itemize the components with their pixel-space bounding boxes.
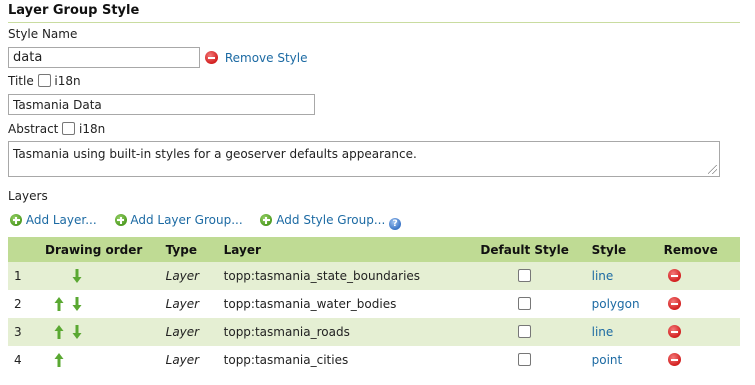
remove-row-icon[interactable] xyxy=(667,269,681,282)
remove-style-button[interactable]: Remove Style xyxy=(205,51,307,65)
remove-row-icon[interactable] xyxy=(667,353,681,366)
title-i18n-label: i18n xyxy=(54,74,81,88)
title-input[interactable] xyxy=(8,94,315,115)
add-style-group-button[interactable]: Add Style Group... ? xyxy=(260,213,402,230)
abstract-i18n-checkbox[interactable] xyxy=(62,122,76,135)
default-style-checkbox[interactable] xyxy=(518,297,532,310)
add-layer-group-button[interactable]: Add Layer Group... xyxy=(114,213,247,227)
move-down-icon[interactable] xyxy=(72,296,82,312)
style-header: Style xyxy=(585,237,658,262)
style-cell: polygon xyxy=(585,290,658,318)
move-down-icon[interactable] xyxy=(72,268,82,284)
table-row: 1 Layer topp:tasmania_state_boundaries line xyxy=(8,262,740,290)
move-up-icon[interactable] xyxy=(54,352,64,368)
layers-table-header: Drawing order Type Layer Default Style S… xyxy=(8,237,740,262)
type-header: Type xyxy=(159,237,218,262)
remove-cell xyxy=(657,262,740,290)
layer-header: Layer xyxy=(217,237,464,262)
default-style-cell xyxy=(463,318,586,346)
remove-icon xyxy=(205,51,218,64)
style-link[interactable]: point xyxy=(592,353,623,367)
row-index: 2 xyxy=(8,290,28,318)
move-up-icon[interactable] xyxy=(54,296,64,312)
type-cell: Layer xyxy=(159,346,218,374)
remove-header: Remove xyxy=(657,237,740,262)
help-icon[interactable]: ? xyxy=(389,218,402,230)
layer-cell: topp:tasmania_state_boundaries xyxy=(217,262,464,290)
default-style-cell xyxy=(463,290,586,318)
default-style-cell xyxy=(463,346,586,374)
type-cell: Layer xyxy=(159,290,218,318)
style-cell: line xyxy=(585,318,658,346)
remove-cell xyxy=(657,318,740,346)
drawing-order-cell xyxy=(27,290,160,318)
section-title: Layer Group Style xyxy=(8,3,740,23)
style-name-input[interactable] xyxy=(8,47,200,68)
drawing-order-header: Drawing order xyxy=(27,237,160,262)
row-index: 1 xyxy=(8,262,28,290)
abstract-label-row: Abstract i18n xyxy=(8,122,105,136)
drawing-order-cell xyxy=(27,318,160,346)
style-link[interactable]: polygon xyxy=(592,297,640,311)
add-icon xyxy=(114,214,127,226)
remove-cell xyxy=(657,290,740,318)
add-style-group-link[interactable]: Add Style Group... xyxy=(276,213,385,227)
layers-toolbar: Add Layer... Add Layer Group... Add Styl… xyxy=(10,213,415,230)
style-name-label: Style Name xyxy=(8,27,78,41)
default-style-checkbox[interactable] xyxy=(518,325,532,338)
layers-heading: Layers xyxy=(8,189,48,203)
index-header xyxy=(8,237,28,262)
type-cell: Layer xyxy=(159,262,218,290)
abstract-label: Abstract xyxy=(8,122,59,136)
move-down-icon[interactable] xyxy=(72,324,82,340)
table-row: 2 Layer topp:tasmania_water_bodies polygon xyxy=(8,290,740,318)
abstract-i18n-label: i18n xyxy=(79,122,106,136)
abstract-text: Tasmania using built-in styles for a geo… xyxy=(13,147,417,161)
default-style-header: Default Style xyxy=(463,237,586,262)
default-style-cell xyxy=(463,262,586,290)
table-row: 3 Layer topp:tasmania_roads line xyxy=(8,318,740,346)
add-layer-link[interactable]: Add Layer... xyxy=(26,213,97,227)
style-cell: line xyxy=(585,262,658,290)
resize-grip-icon[interactable] xyxy=(708,165,717,174)
drawing-order-cell xyxy=(27,262,160,290)
row-index: 3 xyxy=(8,318,28,346)
style-link[interactable]: line xyxy=(592,325,614,339)
remove-row-icon[interactable] xyxy=(667,325,681,338)
style-link[interactable]: line xyxy=(592,269,614,283)
layer-cell: topp:tasmania_roads xyxy=(217,318,464,346)
style-cell: point xyxy=(585,346,658,374)
add-icon xyxy=(260,214,273,226)
type-cell: Layer xyxy=(159,318,218,346)
add-icon xyxy=(10,214,22,226)
table-row: 4 Layer topp:tasmania_cities point xyxy=(8,346,740,374)
default-style-checkbox[interactable] xyxy=(518,353,532,366)
remove-cell xyxy=(657,346,740,374)
layer-cell: topp:tasmania_cities xyxy=(217,346,464,374)
abstract-textarea[interactable]: Tasmania using built-in styles for a geo… xyxy=(8,141,720,177)
default-style-checkbox[interactable] xyxy=(518,269,532,282)
layer-cell: topp:tasmania_water_bodies xyxy=(217,290,464,318)
add-layer-button[interactable]: Add Layer... xyxy=(10,213,101,227)
title-label: Title xyxy=(8,74,34,88)
move-up-placeholder xyxy=(54,268,64,284)
drawing-order-cell xyxy=(27,346,160,374)
remove-row-icon[interactable] xyxy=(667,297,681,310)
row-index: 4 xyxy=(8,346,28,374)
remove-style-link[interactable]: Remove Style xyxy=(225,51,308,65)
add-layer-group-link[interactable]: Add Layer Group... xyxy=(130,213,242,227)
move-up-icon[interactable] xyxy=(54,324,64,340)
layers-table: Drawing order Type Layer Default Style S… xyxy=(8,237,740,374)
title-i18n-checkbox[interactable] xyxy=(37,74,51,87)
title-label-row: Title i18n xyxy=(8,74,81,88)
